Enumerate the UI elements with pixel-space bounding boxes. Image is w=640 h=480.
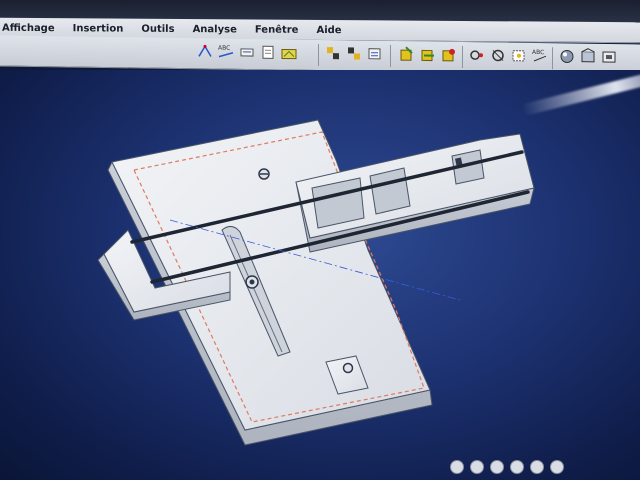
analysis-icon-4[interactable]: ABC <box>531 47 549 65</box>
menu-outils[interactable]: Outils <box>141 23 174 34</box>
toolbar-group-assembly <box>324 44 384 67</box>
menu-aide[interactable]: Aide <box>316 24 341 35</box>
toolbar-group-render <box>558 47 618 70</box>
assembly-icon-3[interactable] <box>366 45 384 63</box>
status-icon-5[interactable] <box>530 460 544 474</box>
dimension-icon-text: ABC <box>218 45 230 52</box>
render-icon-2[interactable] <box>579 48 597 66</box>
constraint-icon-1[interactable] <box>398 45 416 63</box>
toolbar-separator <box>462 45 463 68</box>
menu-analyse[interactable]: Analyse <box>193 24 237 35</box>
toolbar-group-analysis: ABC <box>468 46 549 69</box>
status-icon-6[interactable] <box>550 460 564 474</box>
constraint-icon-2[interactable] <box>419 45 437 63</box>
analysis-icon-1[interactable] <box>468 46 486 64</box>
constraint-icon-3[interactable] <box>440 46 458 64</box>
analysis-icon-3[interactable] <box>510 47 528 65</box>
status-icons <box>450 460 564 478</box>
assembly-icon-1[interactable] <box>324 44 342 62</box>
menu-fenetre[interactable]: Fenêtre <box>255 24 299 35</box>
save-image-icon[interactable] <box>280 43 298 61</box>
status-icon-2[interactable] <box>470 460 484 474</box>
analysis-icon-text: ABC <box>532 49 544 56</box>
status-icon-4[interactable] <box>510 460 524 474</box>
carriage-window-middle <box>369 167 411 215</box>
measure-icon[interactable] <box>196 42 214 60</box>
analysis-icon-2[interactable] <box>489 46 507 64</box>
toolbar-separator <box>390 44 391 67</box>
bottom-screw-hole <box>342 362 354 374</box>
assembly-icon-2[interactable] <box>345 44 363 62</box>
cad-model[interactable] <box>0 70 640 480</box>
toolbar-group-constraints <box>398 45 458 68</box>
dimension-icon[interactable]: ABC <box>217 43 235 61</box>
toolbar-group-measure: ABC <box>196 42 298 65</box>
coordinate-icon[interactable] <box>259 43 277 61</box>
edit-icon[interactable] <box>238 43 256 61</box>
render-icon-1[interactable] <box>558 47 576 65</box>
toolbar-separator <box>318 43 319 66</box>
status-icon-3[interactable] <box>490 460 504 474</box>
toolbar-separator <box>552 47 553 70</box>
menu-insertion[interactable]: Insertion <box>73 23 124 34</box>
3d-viewport[interactable] <box>0 70 640 480</box>
render-icon-3[interactable] <box>600 48 618 66</box>
status-icon-1[interactable] <box>450 460 464 474</box>
slider-knob-hole <box>249 279 255 285</box>
menu-affichage[interactable]: Affichage <box>2 22 55 33</box>
